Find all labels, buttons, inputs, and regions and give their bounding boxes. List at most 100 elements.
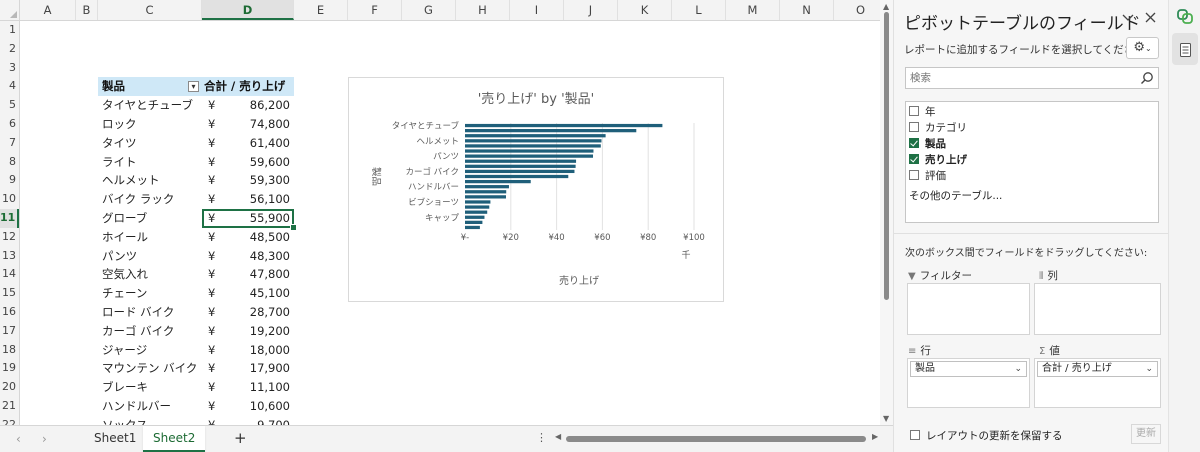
row-header-13[interactable]: 13 — [0, 247, 19, 266]
rows-drop-area[interactable]: 製品 ⌄ — [907, 358, 1030, 408]
field-item[interactable]: 評価 — [909, 168, 946, 184]
columns-drop-area[interactable] — [1034, 283, 1161, 335]
row-header-10[interactable]: 10 — [0, 190, 19, 209]
filter-drop-area[interactable] — [907, 283, 1030, 335]
select-all-corner[interactable] — [0, 0, 20, 21]
rows-field-item[interactable]: 製品 ⌄ — [910, 361, 1027, 377]
pivot-row-value[interactable]: 18,000 — [202, 341, 294, 360]
field-checkbox[interactable] — [909, 122, 919, 132]
copilot-icon[interactable] — [1176, 7, 1194, 25]
column-header-a[interactable]: A — [20, 0, 76, 20]
column-header-k[interactable]: K — [618, 0, 672, 20]
pivot-row-value[interactable]: 19,200 — [202, 322, 294, 341]
prev-sheet-icon[interactable]: ‹ — [16, 432, 21, 446]
pivot-row-label[interactable]: ヘルメット — [98, 171, 202, 190]
row-header-15[interactable]: 15 — [0, 284, 19, 303]
field-item[interactable]: 売り上げ — [909, 152, 967, 168]
scroll-down-arrow-icon[interactable]: ▼ — [883, 414, 889, 423]
column-header-m[interactable]: M — [726, 0, 780, 20]
pivot-row-value[interactable]: 74,800 — [202, 115, 294, 134]
row-header-14[interactable]: 14 — [0, 265, 19, 284]
pivot-row-value[interactable]: 48,500 — [202, 228, 294, 247]
pivot-row-label[interactable]: 空気入れ — [98, 265, 202, 284]
spreadsheet-area[interactable]: ABCDEFGHIJKLMNO 1 2 3 4 5 6 7 8 9 10 11 12 13 14 15 16 1… — [0, 0, 880, 425]
row-header-22[interactable]: 22 — [0, 416, 19, 425]
other-tables-link[interactable]: その他のテーブル... — [909, 188, 1002, 203]
values-drop-area[interactable]: 合計 / 売り上げ ⌄ — [1034, 358, 1161, 408]
pivot-row-value[interactable]: 59,300 — [202, 171, 294, 190]
row-header-18[interactable]: 18 — [0, 341, 19, 360]
pivot-row-label[interactable]: ブレーキ — [98, 378, 202, 397]
pivot-header-sum[interactable]: 合計 / 売り上げ — [202, 77, 294, 97]
sheet-tab-sheet1[interactable]: Sheet1 — [84, 426, 146, 450]
pivot-row-label[interactable]: カーゴ バイク — [98, 322, 202, 341]
column-header-i[interactable]: I — [510, 0, 564, 20]
column-header-o[interactable]: O — [834, 0, 880, 20]
row-header-6[interactable]: 6 — [0, 115, 19, 134]
row-header-21[interactable]: 21 — [0, 397, 19, 416]
field-list-settings-button[interactable]: ⚙⌄ — [1126, 37, 1159, 59]
field-checkbox[interactable] — [909, 138, 919, 148]
column-header-g[interactable]: G — [402, 0, 456, 20]
row-header-11[interactable]: 11 — [0, 209, 19, 228]
pivot-row-label[interactable]: ソックス — [98, 416, 202, 425]
field-item[interactable]: 年 — [909, 104, 936, 120]
pivot-row-label[interactable]: ライト — [98, 153, 202, 172]
row-header-19[interactable]: 19 — [0, 359, 19, 378]
row-header-7[interactable]: 7 — [0, 134, 19, 153]
sheet-tab-sheet2[interactable]: Sheet2 — [143, 426, 206, 452]
pivot-header-product[interactable]: 製品 — [98, 77, 202, 97]
pivot-row-label[interactable]: タイツ — [98, 134, 202, 153]
row-header-16[interactable]: 16 — [0, 303, 19, 322]
pivot-row-value[interactable]: 28,700 — [202, 303, 294, 322]
column-header-c[interactable]: C — [98, 0, 202, 20]
row-header-2[interactable]: 2 — [0, 40, 19, 59]
pivot-row-label[interactable]: タイヤとチューブ — [98, 96, 202, 115]
row-header-1[interactable]: 1 — [0, 21, 19, 40]
pivot-row-value[interactable]: 59,600 — [202, 153, 294, 172]
vertical-scroll-thumb[interactable] — [884, 12, 889, 300]
pivot-row-value[interactable]: 48,300 — [202, 247, 294, 266]
column-header-f[interactable]: F — [348, 0, 402, 20]
field-search-box[interactable] — [905, 67, 1159, 89]
pivot-row-label[interactable]: チェーン — [98, 284, 202, 303]
column-header-d[interactable]: D — [202, 0, 294, 20]
pivot-row-value[interactable]: 17,900 — [202, 359, 294, 378]
defer-layout-checkbox-row[interactable]: レイアウトの更新を保留する — [910, 428, 1063, 443]
defer-layout-checkbox[interactable] — [910, 430, 920, 440]
pivot-pane-toggle-button[interactable] — [1172, 33, 1198, 65]
row-header-20[interactable]: 20 — [0, 378, 19, 397]
scroll-up-arrow-icon[interactable]: ▲ — [883, 2, 889, 11]
column-header-h[interactable]: H — [456, 0, 510, 20]
horizontal-scroll-thumb[interactable] — [566, 436, 866, 442]
pivot-row-label[interactable]: バイク ラック — [98, 190, 202, 209]
tab-split-handle-icon[interactable]: ⋮ — [536, 431, 547, 444]
values-field-item[interactable]: 合計 / 売り上げ ⌄ — [1037, 361, 1158, 377]
pivot-chart[interactable]: '売り上げ' by '製品' ¥- ¥20 ¥40 ¥60 ¥80 ¥100 タイヤとチューブ… — [348, 77, 724, 302]
field-checkbox[interactable] — [909, 106, 919, 116]
pivot-row-label[interactable]: パンツ — [98, 247, 202, 266]
pivot-row-label[interactable]: ロード バイク — [98, 303, 202, 322]
pivot-row-label[interactable]: グローブ — [98, 209, 202, 228]
pivot-row-value[interactable]: 47,800 — [202, 265, 294, 284]
pivot-row-label[interactable]: ハンドルバー — [98, 397, 202, 416]
pivot-row-value[interactable]: 61,400 — [202, 134, 294, 153]
column-header-e[interactable]: E — [294, 0, 348, 20]
row-filter-dropdown-icon[interactable]: ▾ — [188, 81, 199, 93]
field-item[interactable]: 製品 — [909, 136, 946, 152]
pane-options-chevron-icon[interactable] — [1122, 12, 1134, 27]
row-header-9[interactable]: 9 — [0, 171, 19, 190]
search-icon[interactable] — [1140, 71, 1154, 85]
horizontal-scrollbar[interactable] — [566, 436, 871, 442]
field-checkbox[interactable] — [909, 170, 919, 180]
add-sheet-button[interactable]: + — [234, 429, 247, 447]
scroll-right-arrow-icon[interactable]: ▶ — [872, 432, 878, 441]
row-header-12[interactable]: 12 — [0, 228, 19, 247]
column-header-n[interactable]: N — [780, 0, 834, 20]
row-header-8[interactable]: 8 — [0, 153, 19, 172]
field-search-input[interactable] — [910, 70, 1130, 86]
vertical-scrollbar[interactable]: ▲ ▼ — [880, 0, 893, 425]
column-header-j[interactable]: J — [564, 0, 618, 20]
next-sheet-icon[interactable]: › — [42, 432, 47, 446]
row-header-4[interactable]: 4 — [0, 77, 19, 96]
